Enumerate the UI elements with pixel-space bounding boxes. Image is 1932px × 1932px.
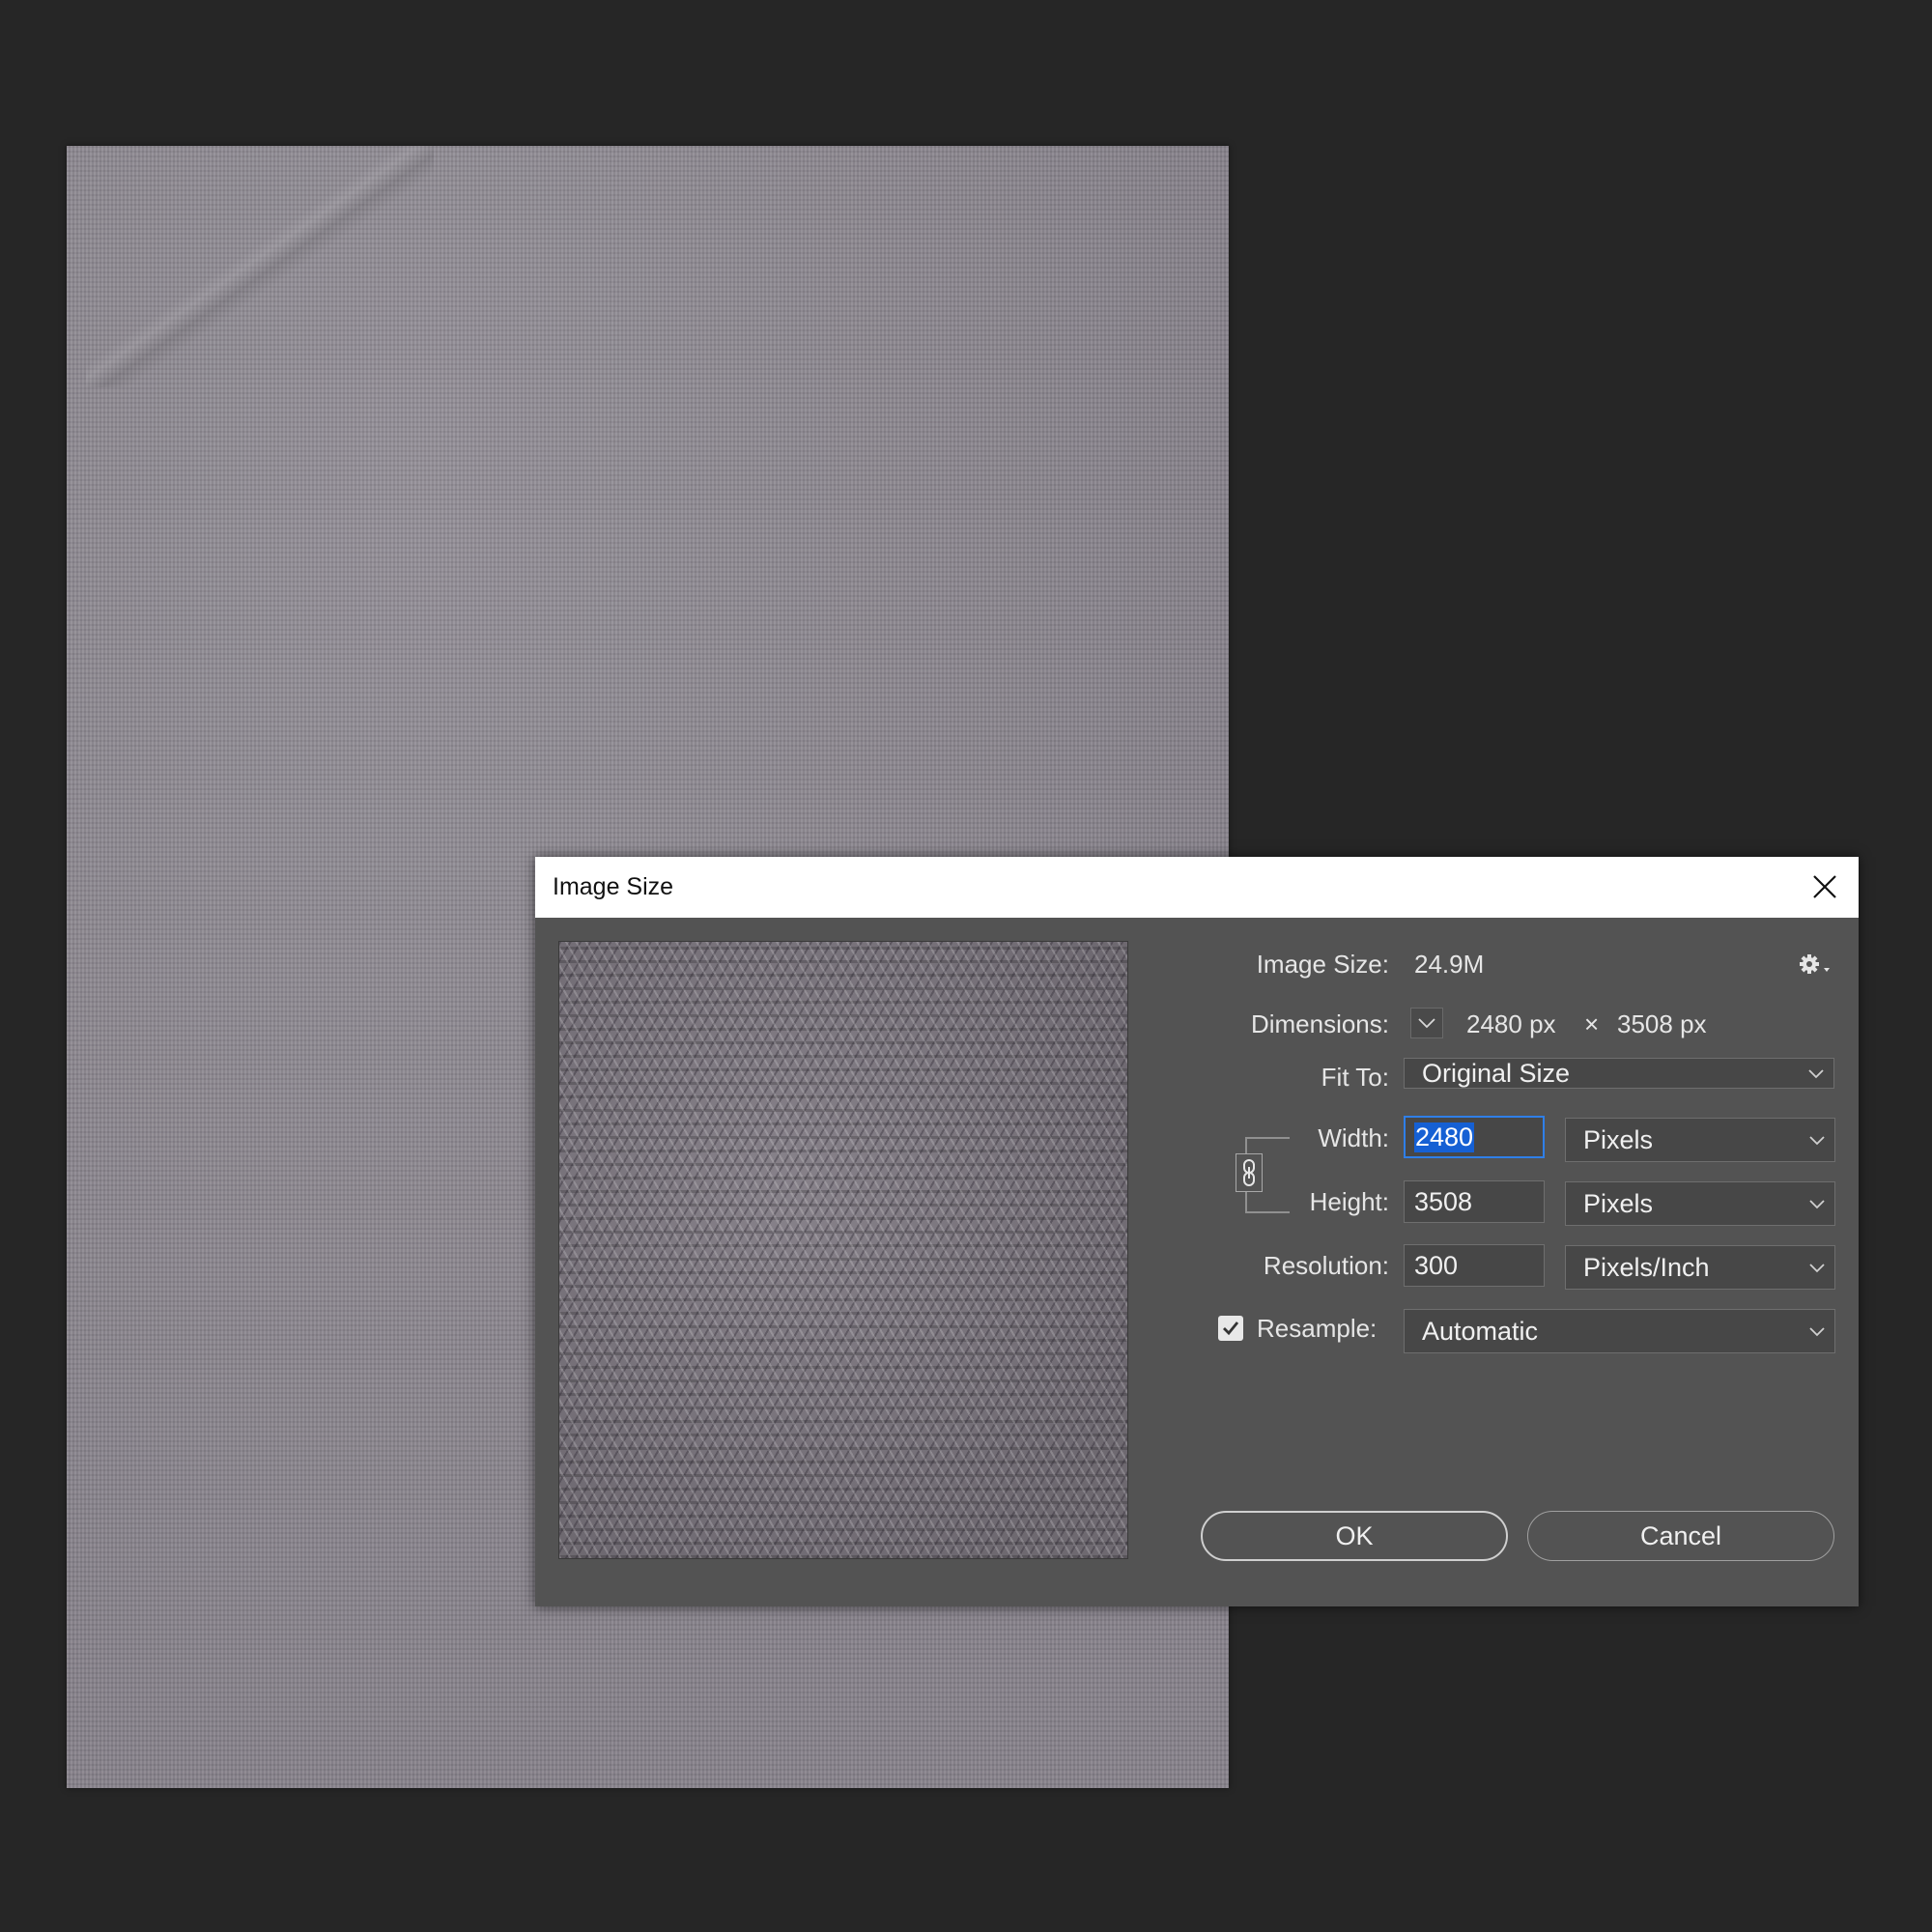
dialog-title-bar[interactable]: Image Size bbox=[535, 857, 1859, 918]
width-label: Width: bbox=[1318, 1123, 1389, 1152]
height-value: 3508 bbox=[1414, 1186, 1473, 1216]
constrain-bracket-bottom bbox=[1245, 1190, 1290, 1213]
image-size-value: 24.9M bbox=[1414, 950, 1485, 979]
chevron-down-icon bbox=[1418, 1018, 1435, 1029]
cancel-button[interactable]: Cancel bbox=[1527, 1511, 1834, 1561]
resolution-input[interactable]: 300 bbox=[1404, 1244, 1545, 1287]
dialog-title: Image Size bbox=[553, 873, 674, 900]
dimensions-width: 2480 px bbox=[1466, 1009, 1556, 1038]
resample-method-select[interactable]: Automatic bbox=[1404, 1309, 1835, 1353]
image-size-dialog: Image Size Image Size: 24.9M Dimensions: bbox=[535, 857, 1859, 1606]
fabric-fold bbox=[86, 146, 434, 387]
resample-label[interactable]: Resample: bbox=[1257, 1314, 1377, 1344]
close-button[interactable] bbox=[1801, 863, 1849, 911]
width-unit-select[interactable]: Pixels bbox=[1565, 1118, 1835, 1162]
constrain-proportions-toggle[interactable] bbox=[1236, 1153, 1263, 1192]
resolution-unit-value: Pixels/Inch bbox=[1583, 1252, 1710, 1282]
fit-to-select[interactable]: Original Size bbox=[1404, 1058, 1834, 1089]
fit-to-value: Original Size bbox=[1422, 1058, 1571, 1088]
dimensions-height: 3508 px bbox=[1617, 1009, 1707, 1038]
height-label: Height: bbox=[1309, 1187, 1389, 1216]
width-input[interactable]: 2480 bbox=[1404, 1116, 1545, 1158]
ok-label: OK bbox=[1335, 1520, 1374, 1550]
height-unit-value: Pixels bbox=[1583, 1188, 1654, 1218]
width-value: 2480 bbox=[1414, 1122, 1475, 1152]
chevron-down-icon bbox=[1809, 1264, 1825, 1273]
height-input[interactable]: 3508 bbox=[1404, 1180, 1545, 1223]
link-icon bbox=[1243, 1159, 1255, 1186]
resample-checkbox[interactable] bbox=[1218, 1316, 1243, 1341]
resample-method-value: Automatic bbox=[1422, 1316, 1539, 1346]
dimensions-separator: × bbox=[1584, 1009, 1600, 1038]
resolution-value: 300 bbox=[1414, 1250, 1459, 1280]
resolution-label: Resolution: bbox=[1263, 1251, 1389, 1280]
image-preview[interactable] bbox=[558, 941, 1128, 1559]
width-unit-value: Pixels bbox=[1583, 1124, 1654, 1154]
dimensions-label: Dimensions: bbox=[1250, 1009, 1389, 1038]
gear-icon[interactable] bbox=[1796, 951, 1834, 980]
resolution-unit-select[interactable]: Pixels/Inch bbox=[1565, 1245, 1835, 1290]
chevron-down-icon bbox=[1808, 1069, 1824, 1079]
chevron-down-icon bbox=[1809, 1136, 1825, 1146]
chevron-down-icon bbox=[1809, 1200, 1825, 1209]
height-unit-select[interactable]: Pixels bbox=[1565, 1181, 1835, 1226]
fit-to-label: Fit To: bbox=[1321, 1063, 1389, 1092]
chevron-down-icon bbox=[1809, 1327, 1825, 1337]
checkmark-icon bbox=[1223, 1321, 1239, 1336]
dimensions-units-toggle[interactable] bbox=[1410, 1008, 1443, 1038]
image-size-label: Image Size: bbox=[1256, 950, 1389, 979]
close-icon bbox=[1813, 875, 1836, 898]
cancel-label: Cancel bbox=[1639, 1520, 1722, 1550]
ok-button[interactable]: OK bbox=[1201, 1511, 1508, 1561]
